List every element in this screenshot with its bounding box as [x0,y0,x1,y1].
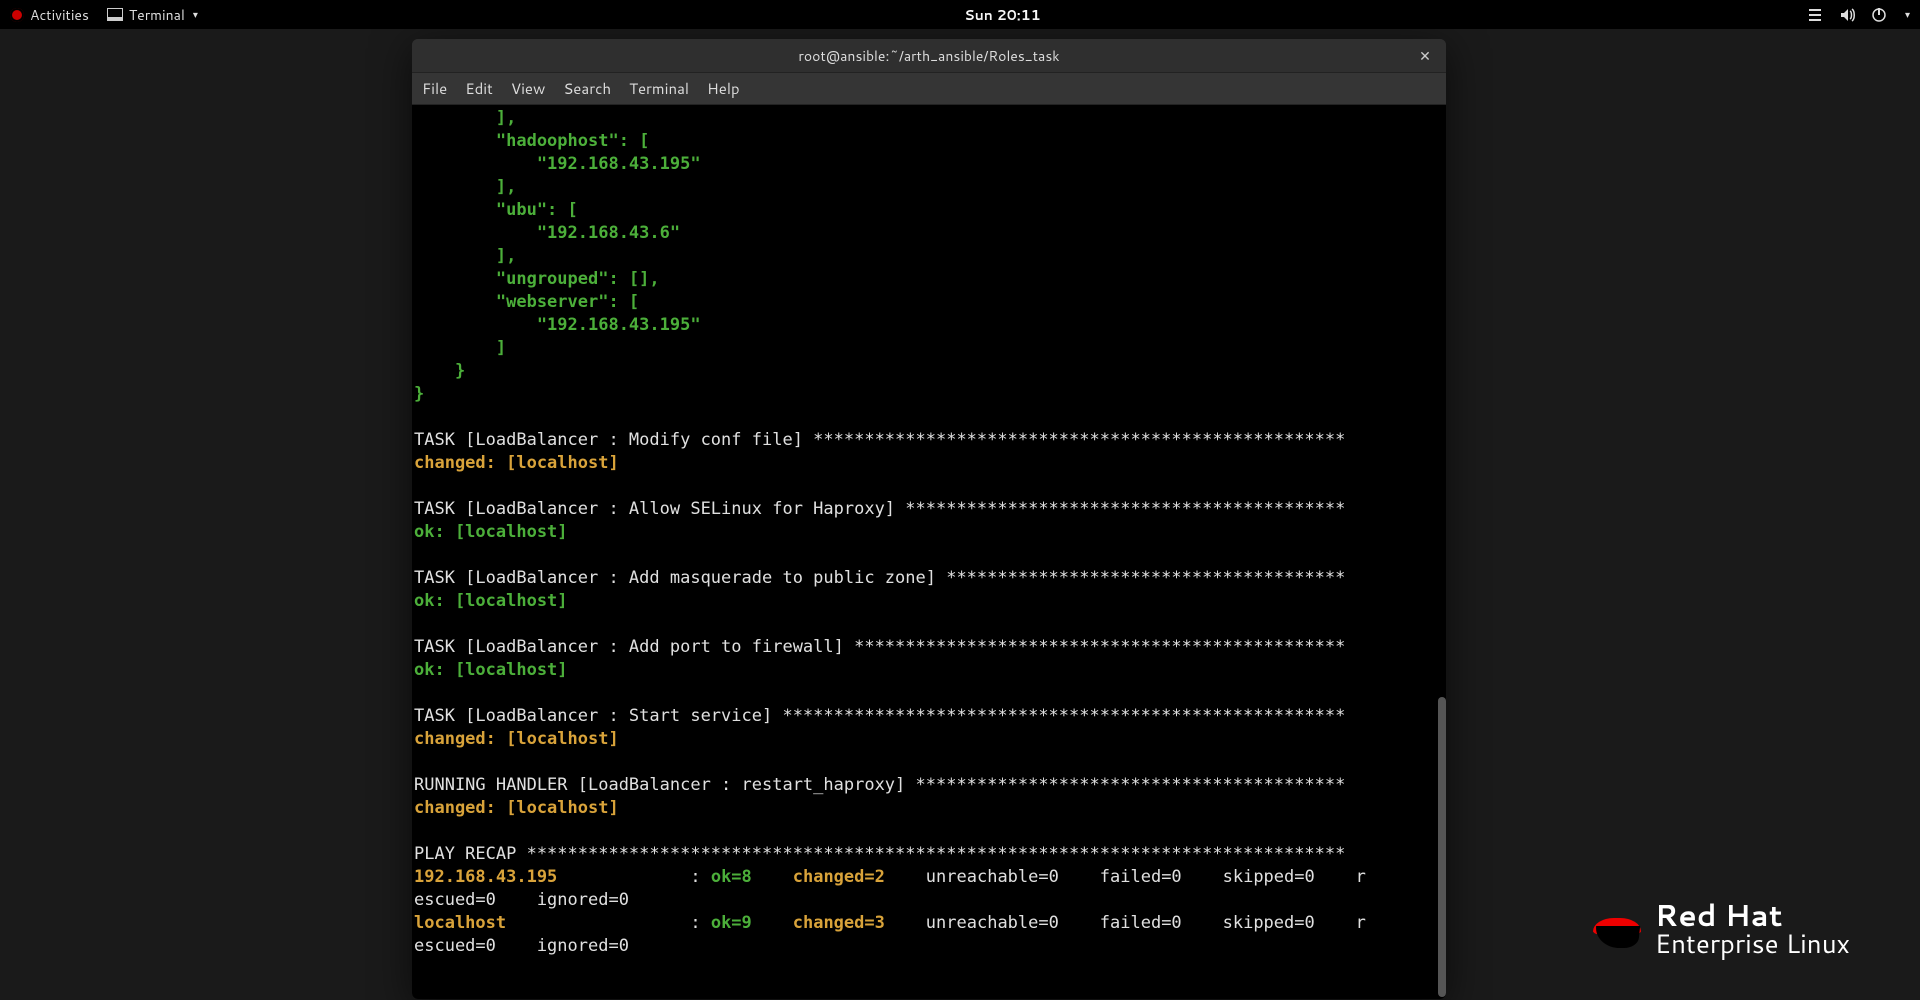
activities-button[interactable]: Activities [10,5,89,25]
network-icon [1807,7,1823,23]
chevron-down-icon: ▾ [193,8,198,22]
clock[interactable]: Sun 20:11 [964,5,1040,25]
close-button[interactable]: ✕ [1416,47,1434,65]
window-title: root@ansible:~/arth_ansible/Roles_task [798,46,1059,66]
menu-edit[interactable]: Edit [465,78,493,99]
brand-line1: Red Hat [1655,899,1850,931]
scrollbar-thumb[interactable] [1438,697,1446,997]
menu-help[interactable]: Help [707,78,740,99]
terminal-window: root@ansible:~/arth_ansible/Roles_task ✕… [412,39,1446,999]
desktop: root@ansible:~/arth_ansible/Roles_task ✕… [0,29,1920,1000]
window-titlebar[interactable]: root@ansible:~/arth_ansible/Roles_task ✕ [412,39,1446,73]
app-menu-label: Terminal [129,5,185,25]
menu-terminal[interactable]: Terminal [629,78,689,99]
terminal-menubar: File Edit View Search Terminal Help [412,73,1446,105]
menu-view[interactable]: View [511,78,546,99]
system-status-area[interactable]: ▾ [1807,7,1910,23]
activities-label: Activities [30,5,89,25]
app-menu-button[interactable]: Terminal ▾ [107,5,198,25]
menu-file[interactable]: File [422,78,447,99]
redhat-logo-icon [10,8,24,22]
terminal-app-icon [107,8,123,21]
redhat-hat-icon [1593,908,1641,950]
chevron-down-icon: ▾ [1905,8,1910,22]
terminal-content[interactable]: ], "hadoophost": [ "192.168.43.195" ], "… [412,105,1446,999]
power-icon [1871,7,1887,23]
volume-icon [1839,7,1855,23]
desktop-brand-logo: Red Hat Enterprise Linux [1593,899,1850,958]
menu-search[interactable]: Search [563,78,611,99]
gnome-topbar: Activities Terminal ▾ Sun 20:11 ▾ [0,0,1920,29]
brand-line2: Enterprise Linux [1655,931,1850,958]
